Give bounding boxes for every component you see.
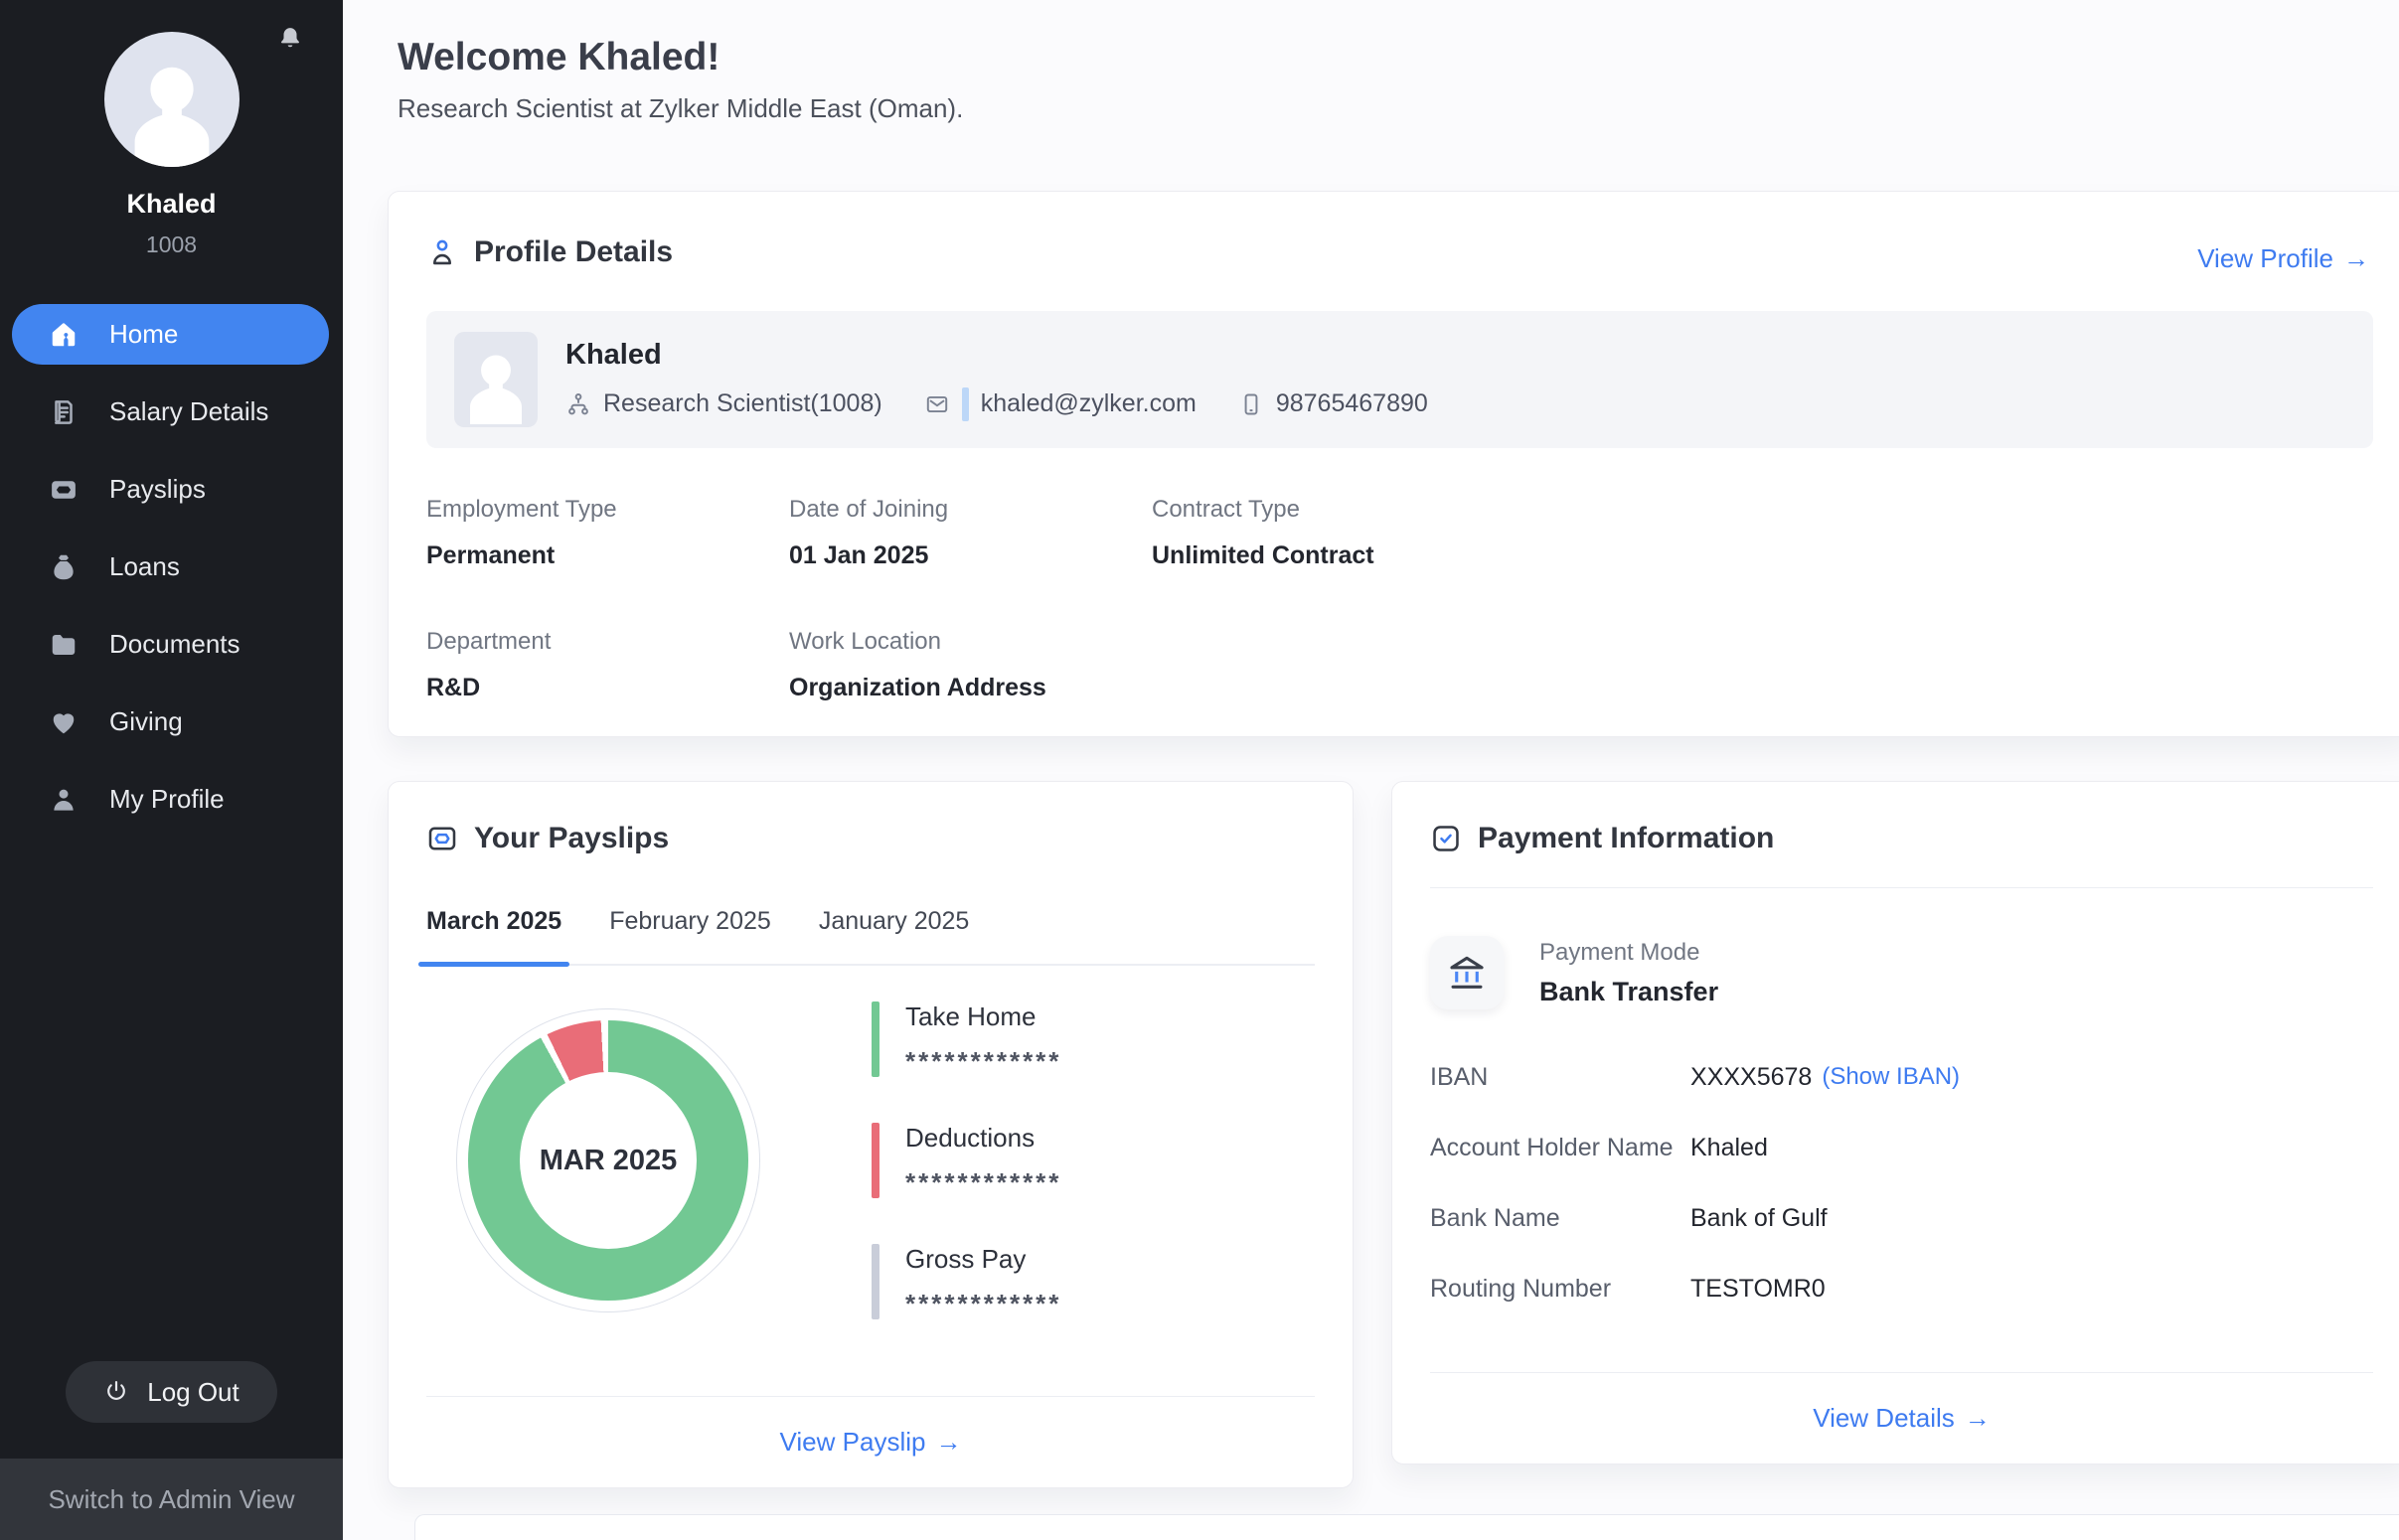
power-icon — [103, 1379, 129, 1405]
bank-icon — [1430, 936, 1504, 1009]
iban-row: IBAN XXXX5678 (Show IBAN) — [1430, 1063, 2373, 1092]
donut-center: MAR 2025 — [520, 1072, 697, 1249]
payslip-donut[interactable]: MAR 2025 — [468, 1020, 748, 1301]
sidebar-item-label: Documents — [109, 629, 240, 660]
log-out-label: Log Out — [147, 1377, 240, 1408]
arrow-right-icon — [2333, 243, 2369, 273]
show-iban-link[interactable]: (Show IBAN) — [1822, 1063, 1960, 1092]
view-profile-link[interactable]: View Profile — [2197, 243, 2369, 274]
deductions-color-bar — [872, 1123, 880, 1198]
tab-march-2025[interactable]: March 2025 — [426, 907, 561, 964]
payslips-card-icon — [426, 823, 458, 854]
mail-icon — [924, 391, 950, 417]
divider — [1430, 887, 2373, 888]
my-profile-icon — [49, 785, 79, 815]
sidebar-item-payslips[interactable]: Payslips — [12, 459, 329, 520]
sidebar-item-giving[interactable]: Giving — [12, 692, 329, 752]
page-subtitle: Research Scientist at Zylker Middle East… — [398, 93, 963, 124]
profile-fields: Employment Type Permanent Date of Joinin… — [426, 496, 2373, 702]
take-home-color-bar — [872, 1001, 880, 1077]
switch-to-admin-view-label: Switch to Admin View — [48, 1484, 294, 1515]
routing-number-row: Routing Number TESTOMR0 — [1430, 1275, 2373, 1304]
payment-mode-label: Payment Mode — [1539, 939, 1718, 967]
gross-pay-color-bar — [872, 1244, 880, 1319]
your-payslips-card: Your Payslips March 2025 February 2025 J… — [388, 781, 1354, 1488]
payment-information-title: Payment Information — [1478, 822, 1774, 855]
account-holder-row: Account Holder Name Khaled — [1430, 1134, 2373, 1162]
arrow-right-icon — [1955, 1403, 1991, 1433]
payment-mode-row: Payment Mode Bank Transfer — [1430, 936, 2373, 1009]
main-content: Welcome Khaled! Research Scientist at Zy… — [343, 0, 2399, 1540]
payment-information-card: Payment Information Payment Mode Bank Tr… — [1391, 781, 2399, 1464]
sidebar-item-my-profile[interactable]: My Profile — [12, 769, 329, 830]
sidebar-item-salary-details[interactable]: Salary Details — [12, 382, 329, 442]
phone-icon — [1238, 391, 1264, 417]
employee-portal: Khaled 1008 Home Salary Details Payslips — [0, 0, 2399, 1540]
org-role-icon — [565, 391, 591, 417]
loans-icon — [49, 552, 79, 582]
deductions-masked-value: ************ — [905, 1167, 1061, 1198]
page-title: Welcome Khaled! — [398, 36, 720, 79]
avatar — [104, 32, 240, 167]
text-cursor — [962, 387, 969, 421]
field-employment-type: Employment Type Permanent — [426, 496, 789, 570]
employee-email: khaled@zylker.com — [924, 387, 1197, 421]
payslip-donut-ring: MAR 2025 — [456, 1008, 760, 1312]
payment-details-rows: IBAN XXXX5678 (Show IBAN) Account Holder… — [1430, 1063, 2373, 1304]
sidebar-item-label: Home — [109, 319, 178, 350]
sidebar-item-label: Loans — [109, 551, 180, 582]
field-department: Department R&D — [426, 628, 789, 702]
payment-mode-value: Bank Transfer — [1539, 977, 1718, 1007]
field-work-location: Work Location Organization Address — [789, 628, 1152, 702]
take-home-masked-value: ************ — [905, 1046, 1061, 1077]
sidebar-nav: Home Salary Details Payslips Loans — [0, 304, 343, 830]
legend-deductions: Deductions ************ — [872, 1123, 1061, 1198]
documents-icon — [49, 630, 79, 660]
switch-to-admin-view[interactable]: Switch to Admin View — [0, 1459, 343, 1540]
next-card-edge — [414, 1514, 2399, 1540]
payslip-month-tabs: March 2025 February 2025 January 2025 — [426, 907, 1315, 966]
sidebar: Khaled 1008 Home Salary Details Payslips — [0, 0, 343, 1540]
view-payslip-link[interactable]: View Payslip — [780, 1427, 962, 1458]
legend-take-home: Take Home ************ — [872, 1001, 1061, 1077]
avatar — [454, 332, 538, 427]
view-details-link[interactable]: View Details — [1813, 1403, 1991, 1434]
sidebar-user-name: Khaled — [0, 189, 343, 220]
home-icon — [49, 320, 79, 350]
sidebar-item-label: Giving — [109, 706, 183, 737]
payslip-legend: Take Home ************ Deductions ******… — [872, 1001, 1061, 1319]
sidebar-item-documents[interactable]: Documents — [12, 614, 329, 675]
salary-details-icon — [49, 397, 79, 427]
notifications-bell-icon[interactable] — [277, 26, 303, 52]
field-date-of-joining: Date of Joining 01 Jan 2025 — [789, 496, 1152, 570]
profile-details-title: Profile Details — [474, 235, 673, 269]
arrow-right-icon — [925, 1427, 961, 1457]
sidebar-item-loans[interactable]: Loans — [12, 537, 329, 597]
sidebar-user-id: 1008 — [0, 231, 343, 258]
profile-summary-banner: Khaled Research Scientist(1008) — [426, 311, 2373, 448]
employee-phone: 98765467890 — [1238, 389, 1428, 418]
employee-name: Khaled — [565, 339, 1428, 372]
field-contract-type: Contract Type Unlimited Contract — [1152, 496, 2373, 570]
sidebar-item-label: Salary Details — [109, 396, 268, 427]
your-payslips-title: Your Payslips — [474, 822, 669, 855]
sidebar-item-label: My Profile — [109, 784, 225, 815]
payment-information-icon — [1430, 823, 1462, 854]
log-out-button[interactable]: Log Out — [66, 1361, 277, 1423]
profile-details-card: Profile Details View Profile Khaled Rese… — [388, 191, 2399, 737]
tab-february-2025[interactable]: February 2025 — [609, 907, 771, 964]
legend-gross-pay: Gross Pay ************ — [872, 1244, 1061, 1319]
tab-january-2025[interactable]: January 2025 — [819, 907, 970, 964]
giving-icon — [49, 707, 79, 737]
employee-role: Research Scientist(1008) — [565, 389, 882, 418]
donut-center-label: MAR 2025 — [540, 1145, 678, 1177]
bank-name-row: Bank Name Bank of Gulf — [1430, 1204, 2373, 1233]
gross-pay-masked-value: ************ — [905, 1289, 1061, 1319]
profile-details-icon — [426, 236, 458, 268]
payslips-icon — [49, 475, 79, 505]
sidebar-item-label: Payslips — [109, 474, 206, 505]
sidebar-item-home[interactable]: Home — [12, 304, 329, 365]
